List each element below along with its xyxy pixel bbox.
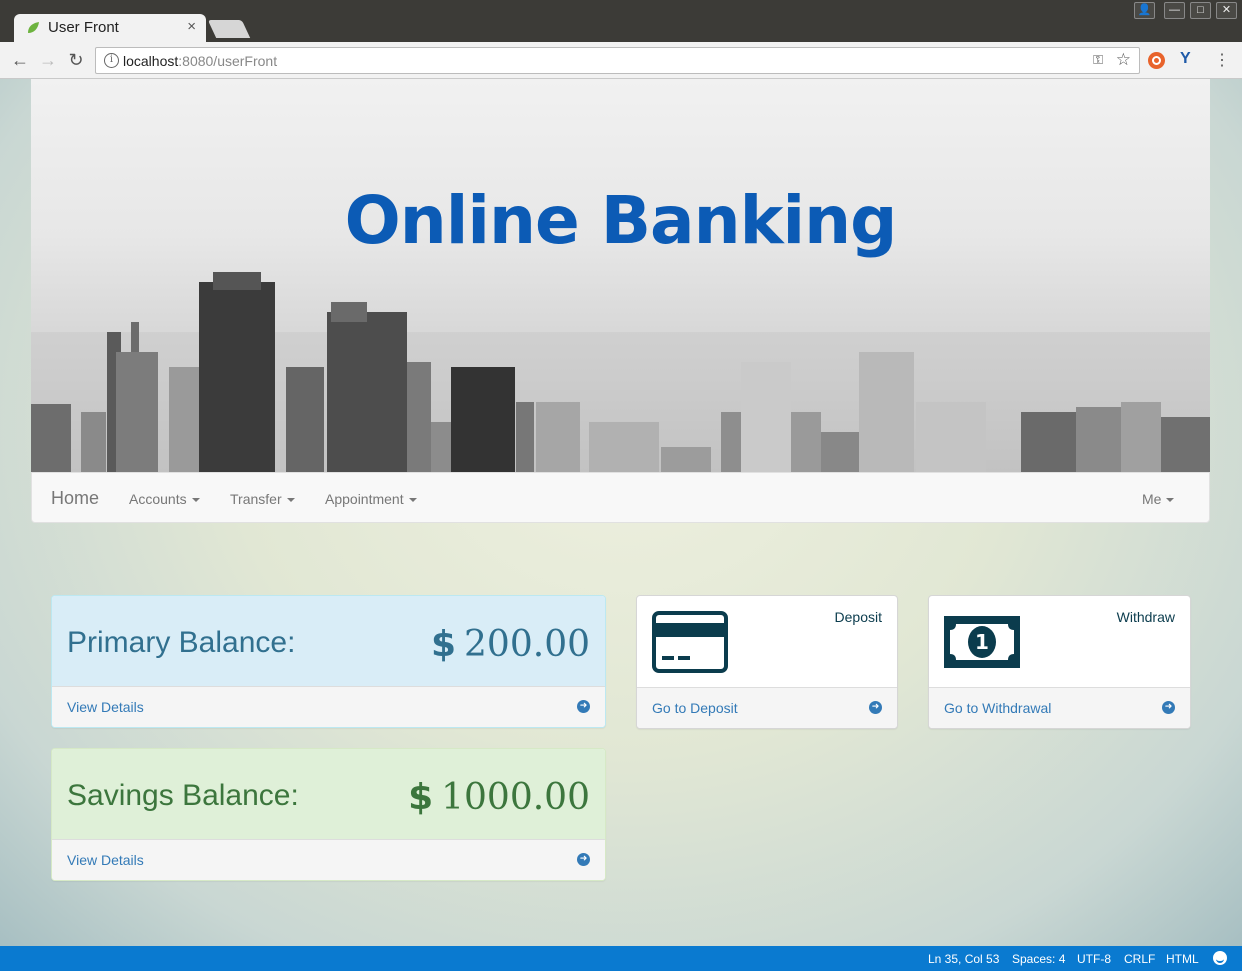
extension-icon[interactable]	[1148, 52, 1165, 69]
credit-card-icon	[652, 611, 728, 673]
savings-balance-panel: Savings Balance: $1000.00 View Details ➜	[51, 748, 606, 881]
address-bar[interactable]: i localhost:8080/userFront ⚿ ☆	[95, 47, 1140, 74]
profile-icon[interactable]: 👤	[1134, 2, 1155, 19]
browser-tab[interactable]: User Front ×	[14, 14, 206, 42]
key-icon[interactable]: ⚿	[1093, 52, 1103, 68]
nav-accounts-dropdown[interactable]: Accounts	[129, 491, 200, 507]
extension-v-icon[interactable]: Y	[1180, 50, 1191, 68]
primary-balance-value: $200.00	[430, 624, 590, 665]
new-tab-button[interactable]	[207, 20, 251, 38]
bookmark-star-icon[interactable]: ☆	[1116, 50, 1131, 70]
go-to-deposit[interactable]: Go to Deposit ➜	[637, 687, 897, 728]
view-details-link[interactable]: View Details	[67, 699, 144, 715]
caret-down-icon	[191, 498, 200, 503]
line-ending-setting[interactable]: CRLF	[1124, 952, 1155, 966]
info-icon[interactable]: i	[104, 53, 119, 68]
maximize-icon[interactable]: □	[1190, 2, 1211, 19]
deposit-title: Deposit	[834, 609, 882, 625]
menu-dots-icon[interactable]: ⋮	[1214, 50, 1230, 70]
caret-down-icon	[1166, 498, 1175, 503]
primary-view-details[interactable]: View Details ➜	[52, 686, 605, 727]
savings-balance-heading: Savings Balance: $1000.00	[52, 749, 605, 840]
back-arrow-icon[interactable]: ←	[10, 50, 30, 70]
deposit-panel: Deposit Go to Deposit ➜	[636, 595, 898, 729]
tab-title: User Front	[48, 19, 119, 36]
caret-down-icon	[408, 498, 417, 503]
go-to-withdrawal-link[interactable]: Go to Withdrawal	[944, 700, 1051, 716]
withdraw-panel: 1 Withdraw Go to Withdrawal ➜	[928, 595, 1191, 729]
spring-leaf-icon	[28, 22, 39, 33]
status-bar: Ln 35, Col 53 Spaces: 4 UTF-8 CRLF HTML	[0, 946, 1242, 971]
nav-home-link[interactable]: Home	[51, 488, 99, 509]
dollar-icon: $	[408, 777, 434, 818]
minimize-icon[interactable]: —	[1164, 2, 1185, 19]
go-to-deposit-link[interactable]: Go to Deposit	[652, 700, 738, 716]
url-text[interactable]: localhost:8080/userFront	[123, 53, 277, 69]
view-details-link[interactable]: View Details	[67, 852, 144, 868]
nav-appointment-dropdown[interactable]: Appointment	[325, 491, 417, 507]
dollar-icon: $	[430, 624, 457, 665]
arrow-circle-right-icon[interactable]: ➜	[577, 700, 590, 713]
window-titlebar: User Front × 👤 — □ ✕	[0, 0, 1242, 42]
primary-balance-panel: Primary Balance: $200.00 View Details ➜	[51, 595, 606, 728]
withdraw-title: Withdraw	[1116, 609, 1175, 625]
money-bill-icon: 1	[944, 616, 1020, 668]
savings-balance-value: $1000.00	[408, 777, 590, 818]
feedback-smiley-icon[interactable]	[1213, 951, 1227, 965]
indentation-setting[interactable]: Spaces: 4	[1012, 952, 1065, 966]
caret-down-icon	[286, 498, 295, 503]
language-mode[interactable]: HTML	[1166, 952, 1199, 966]
savings-view-details[interactable]: View Details ➜	[52, 839, 605, 880]
arrow-circle-right-icon[interactable]: ➜	[1162, 701, 1175, 714]
main-navbar: Home Accounts Transfer Appointment Me	[31, 472, 1210, 523]
close-window-icon[interactable]: ✕	[1216, 2, 1237, 19]
encoding-setting[interactable]: UTF-8	[1077, 952, 1111, 966]
primary-balance-heading: Primary Balance: $200.00	[52, 596, 605, 687]
forward-arrow-icon[interactable]: →	[38, 50, 58, 70]
nav-transfer-dropdown[interactable]: Transfer	[230, 491, 295, 507]
browser-toolbar: ← → ↻ i localhost:8080/userFront ⚿ ☆ Y ⋮	[0, 42, 1242, 79]
cursor-position[interactable]: Ln 35, Col 53	[928, 952, 999, 966]
city-skyline-image	[31, 272, 1210, 472]
tab-close-icon[interactable]: ×	[187, 18, 196, 35]
primary-balance-label: Primary Balance:	[67, 626, 296, 659]
nav-me-dropdown[interactable]: Me	[1142, 491, 1175, 507]
reload-icon[interactable]: ↻	[66, 50, 86, 70]
page-viewport: Online Banking Home Accounts Transfer Ap…	[0, 79, 1242, 946]
svg-text:1: 1	[975, 630, 989, 654]
hero-banner: Online Banking	[31, 79, 1210, 472]
savings-balance-label: Savings Balance:	[67, 779, 299, 812]
go-to-withdrawal[interactable]: Go to Withdrawal ➜	[929, 687, 1190, 728]
hero-title: Online Banking	[344, 182, 898, 259]
arrow-circle-right-icon[interactable]: ➜	[869, 701, 882, 714]
arrow-circle-right-icon[interactable]: ➜	[577, 853, 590, 866]
